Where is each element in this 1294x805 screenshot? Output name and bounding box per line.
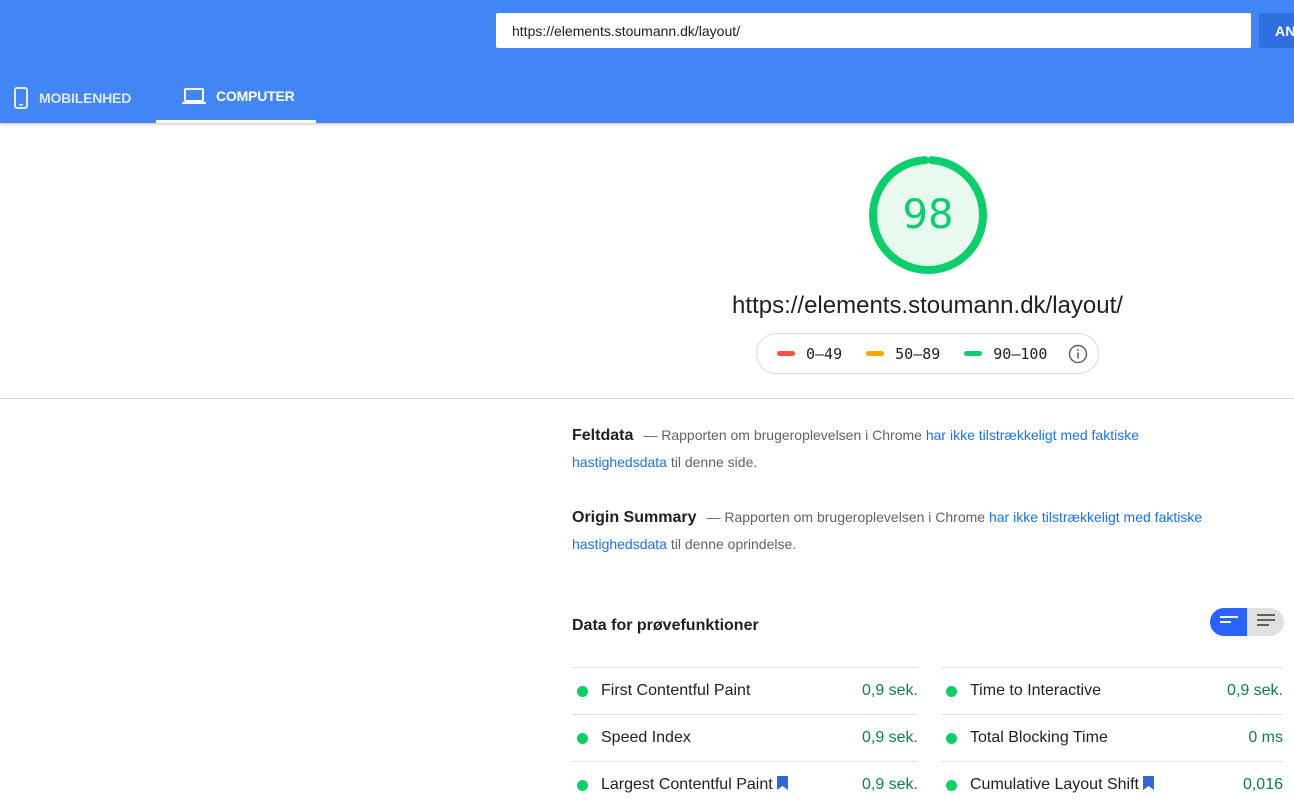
metric-name: Speed Index <box>601 729 691 746</box>
bookmark-icon <box>776 775 788 795</box>
expanded-view-toggle[interactable] <box>1247 608 1284 636</box>
origin-summary-text-after: til denne oprindelse. <box>666 536 797 552</box>
tab-mobile-label: MOBILENHED <box>39 89 132 106</box>
field-data-title: Feltdata <box>572 427 634 444</box>
metric-name: Largest Contentful Paint <box>601 776 773 793</box>
analyze-button[interactable]: AN <box>1259 13 1294 48</box>
score-value: 98 <box>902 192 954 238</box>
metric-name-wrap: Largest Contentful Paint <box>601 775 862 795</box>
field-data-text: — Rapporten om brugeroplevelsen i Chrome <box>643 427 926 443</box>
tab-mobile[interactable]: MOBILENHED <box>0 72 156 123</box>
metric-value: 0,9 sek. <box>861 682 918 699</box>
lab-data-title: Data for prøvefunktioner <box>572 617 759 634</box>
url-input[interactable] <box>496 13 1251 48</box>
bookmark-icon <box>1142 775 1154 795</box>
metric-value: 0,016 <box>1242 776 1283 793</box>
metric-time-to-interactive: Time to Interactive 0,9 sek. <box>941 667 1283 714</box>
performance-score-gauge: 98 <box>867 154 989 276</box>
metric-largest-contentful-paint: Largest Contentful Paint 0,9 sek. <box>572 761 918 805</box>
pass-status-icon <box>946 732 957 744</box>
metric-name-wrap: Cumulative Layout Shift <box>970 775 1243 795</box>
short-lines-icon <box>1219 613 1238 631</box>
field-data-section: Feltdata — Rapporten om brugeroplevelsen … <box>572 422 1232 475</box>
field-data-text-after: til denne side. <box>666 454 758 470</box>
metric-name: First Contentful Paint <box>601 682 751 699</box>
metric-cumulative-layout-shift: Cumulative Layout Shift 0,016 <box>941 761 1283 805</box>
legend-range-fail: 0–49 <box>806 344 843 363</box>
long-lines-icon <box>1256 613 1275 632</box>
legend-item-pass: 90–100 <box>964 345 1047 363</box>
legend-bar-fail <box>777 351 795 356</box>
info-icon[interactable] <box>1068 344 1088 364</box>
metric-name: Time to Interactive <box>970 682 1102 699</box>
metric-value: 0 ms <box>1248 729 1283 746</box>
report-url: https://elements.stoumann.dk/layout/ <box>732 292 1123 319</box>
metrics-view-toggle <box>1210 608 1284 636</box>
phone-icon <box>13 86 29 109</box>
origin-summary-section: Origin Summary — Rapporten om brugeroplev… <box>572 504 1232 557</box>
metric-total-blocking-time: Total Blocking Time 0 ms <box>941 714 1283 761</box>
metric-speed-index: Speed Index 0,9 sek. <box>572 714 918 761</box>
metric-name: Cumulative Layout Shift <box>970 776 1139 793</box>
metric-value: 0,9 sek. <box>861 729 918 746</box>
laptop-icon <box>182 87 206 105</box>
metric-first-contentful-paint: First Contentful Paint 0,9 sek. <box>572 667 918 714</box>
pass-status-icon <box>946 685 957 697</box>
legend-bar-average <box>866 351 885 356</box>
legend-bar-pass <box>964 351 983 356</box>
legend-range-pass: 90–100 <box>993 344 1048 363</box>
top-app-bar: AN MOBILENHED COMPUTER <box>0 0 1294 123</box>
metric-name: Total Blocking Time <box>970 729 1108 746</box>
origin-summary-text: — Rapporten om brugeroplevelsen i Chrome <box>706 509 989 525</box>
tab-desktop[interactable]: COMPUTER <box>156 72 316 123</box>
legend-range-average: 50–89 <box>895 344 941 363</box>
compact-view-toggle[interactable] <box>1210 608 1247 636</box>
tab-desktop-label: COMPUTER <box>216 88 295 104</box>
section-divider <box>0 398 1294 399</box>
metric-value: 0,9 sek. <box>1226 682 1283 699</box>
metric-value: 0,9 sek. <box>861 776 918 793</box>
score-legend: 0–49 50–89 90–100 <box>756 333 1099 374</box>
pass-status-icon <box>577 732 588 744</box>
legend-item-average: 50–89 <box>866 345 940 363</box>
pass-status-icon <box>577 779 588 791</box>
legend-item-fail: 0–49 <box>777 345 842 363</box>
pass-status-icon <box>577 685 588 697</box>
origin-summary-title: Origin Summary <box>572 509 697 526</box>
pass-status-icon <box>946 779 957 791</box>
